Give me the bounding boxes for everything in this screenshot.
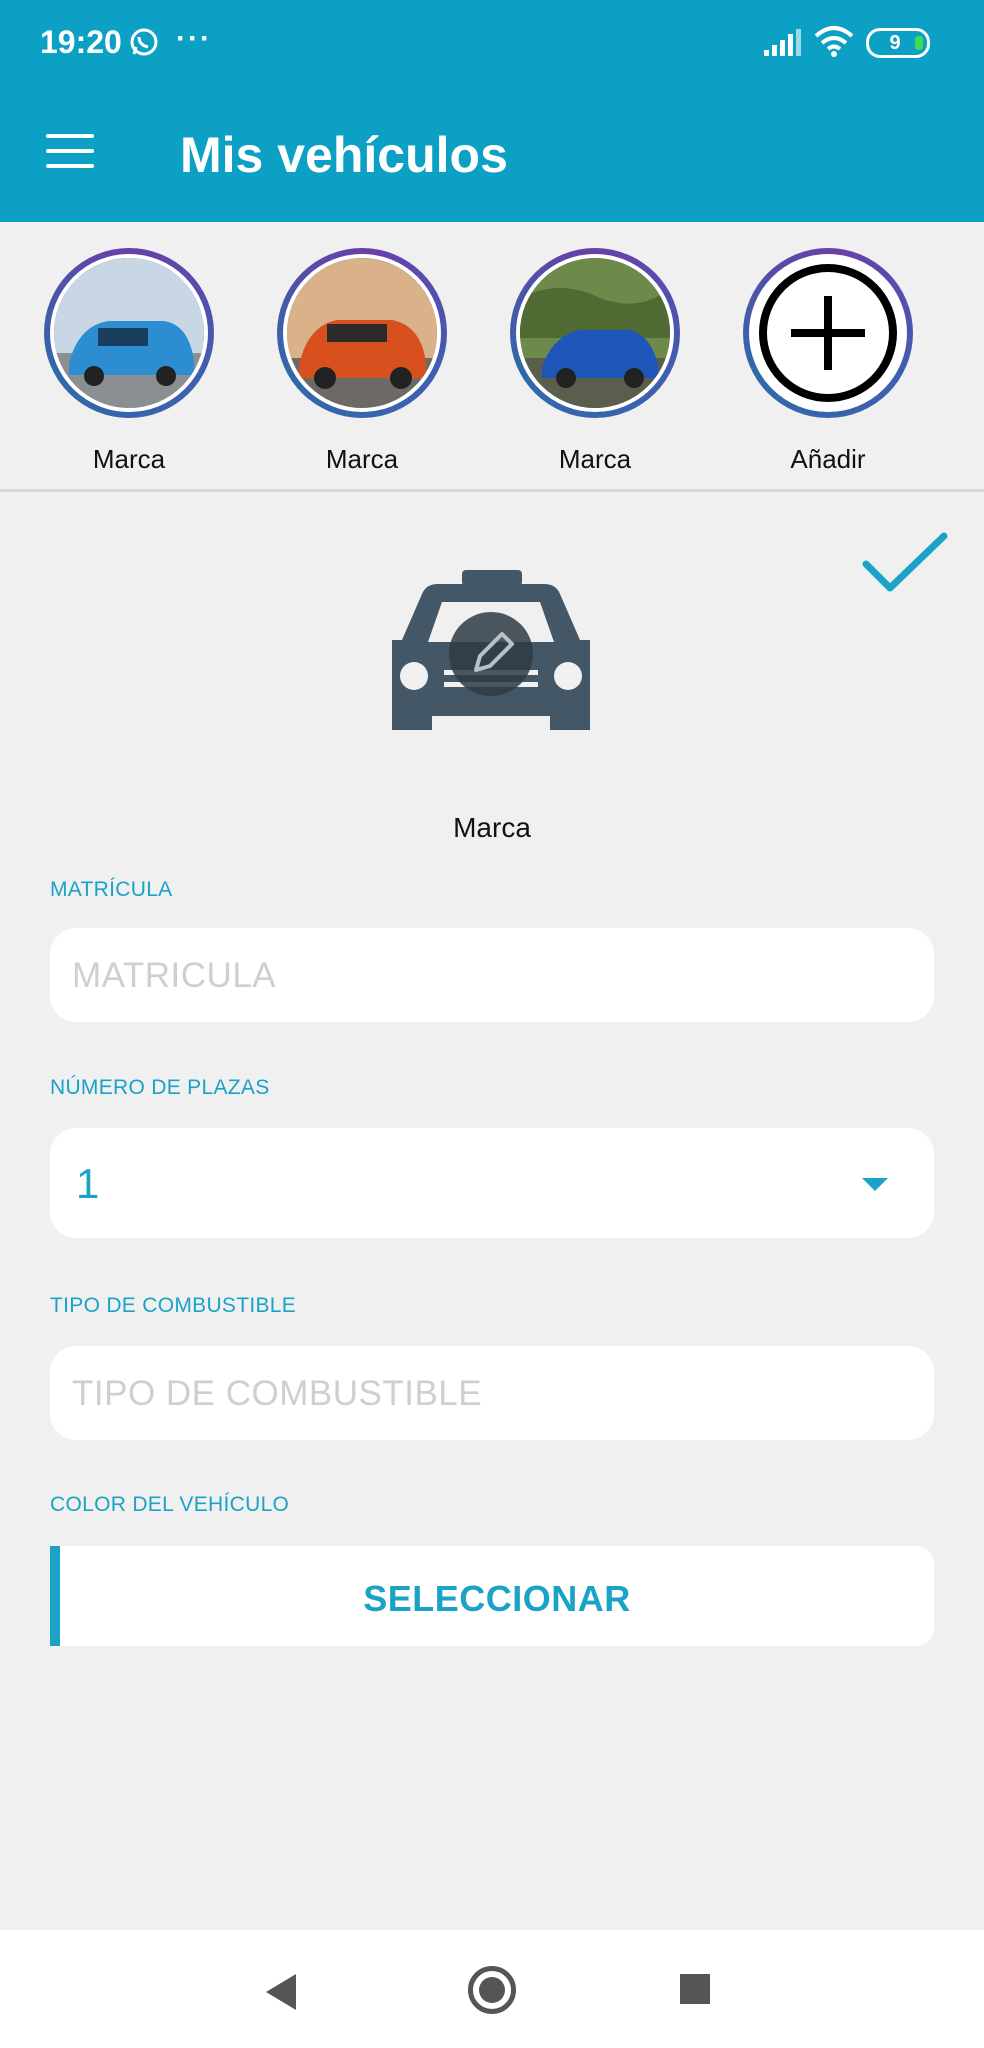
add-vehicle-button[interactable]: Añadir <box>738 248 918 475</box>
menu-icon[interactable] <box>46 134 94 170</box>
plazas-value: 1 <box>76 1160 100 1207</box>
color-label: COLOR DEL VEHÍCULO <box>50 1493 290 1516</box>
signal-icon <box>764 29 801 56</box>
vehicle-item[interactable]: Marca <box>272 248 452 475</box>
plazas-label: NÚMERO DE PLAZAS <box>50 1076 270 1099</box>
vehicle-label: Marca <box>325 444 399 474</box>
recent-apps-icon[interactable] <box>680 1974 710 2004</box>
combustible-label: TIPO DE COMBUSTIBLE <box>50 1294 297 1317</box>
wifi-icon <box>814 26 854 57</box>
check-icon[interactable] <box>862 530 948 596</box>
brand-label: Marca <box>453 812 531 843</box>
vehicle-item[interactable]: Marca <box>505 248 685 475</box>
matricula-placeholder: MATRICULA <box>72 956 277 995</box>
status-time: 19:20 <box>40 24 122 60</box>
vehicle-photo <box>516 254 674 412</box>
system-nav-bar <box>0 1930 984 2048</box>
back-icon[interactable] <box>266 1974 296 2010</box>
vehicle-photo <box>50 254 208 412</box>
page-title: Mis vehículos <box>180 127 508 183</box>
whatsapp-icon <box>130 28 158 56</box>
vehicle-label: Marca <box>92 444 166 474</box>
matricula-field[interactable]: MATRICULA <box>50 928 934 1022</box>
vehicle-item[interactable]: Marca <box>39 248 219 475</box>
select-color-label: SELECCIONAR <box>363 1578 631 1619</box>
matricula-label: MATRÍCULA <box>50 878 173 901</box>
dropdown-arrow-icon <box>862 1178 888 1191</box>
battery-icon: 9 <box>866 28 930 58</box>
plus-circle-icon <box>749 254 907 412</box>
home-icon[interactable] <box>468 1966 516 2014</box>
plazas-select[interactable]: 1 <box>50 1128 934 1238</box>
add-vehicle-label: Añadir <box>790 444 866 474</box>
battery-level: 9 <box>889 32 901 54</box>
combustible-placeholder: TIPO DE COMBUSTIBLE <box>72 1374 483 1413</box>
select-color-button[interactable]: SELECCIONAR <box>50 1546 934 1646</box>
vehicle-label: Marca <box>558 444 632 474</box>
combustible-field[interactable]: TIPO DE COMBUSTIBLE <box>50 1346 934 1440</box>
vehicle-photo <box>283 254 441 412</box>
more-notifications-icon: ··· <box>176 22 212 55</box>
app-bar: Mis vehículos <box>0 84 984 222</box>
car-edit-icon[interactable] <box>376 566 606 746</box>
vehicle-carousel: Marca Marca Marca Añadir <box>0 222 984 492</box>
status-bar: 19:20 ··· 9 <box>0 0 984 84</box>
